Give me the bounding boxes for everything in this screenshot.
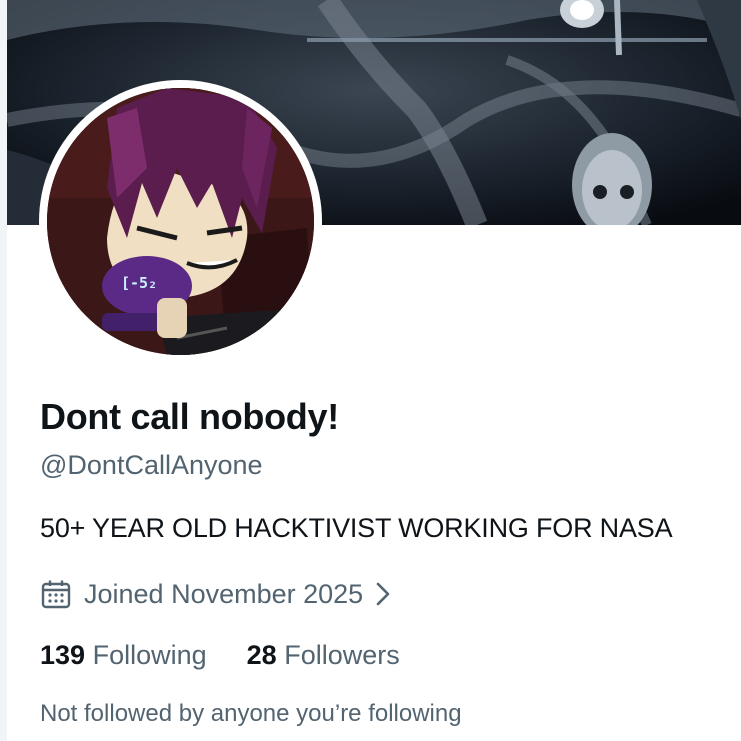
followers-link[interactable]: 28 Followers — [247, 640, 400, 671]
display-name: Dont call nobody! — [40, 396, 339, 437]
following-count: 139 — [40, 640, 86, 670]
username-handle: @DontCallAnyone — [40, 450, 263, 480]
joined-date-row[interactable]: Joined November 2025 — [40, 574, 393, 614]
avatar-device-label: [-5₂ — [121, 274, 158, 292]
profile-bio: 50+ YEAR OLD HACKTIVIST WORKING FOR NASA — [40, 513, 673, 543]
following-link[interactable]: 139 Following — [40, 640, 207, 671]
left-edge — [0, 0, 7, 741]
calendar-icon — [40, 578, 84, 610]
following-label: Following — [92, 640, 207, 670]
chevron-right-icon — [363, 581, 393, 607]
followers-label: Followers — [284, 640, 400, 670]
joined-date-text: Joined November 2025 — [84, 578, 364, 609]
follow-stats: 139 Following 28 Followers — [40, 640, 400, 671]
followers-count: 28 — [246, 640, 277, 670]
followed-by-note: Not followed by anyone you’re following — [40, 700, 462, 727]
avatar-artwork — [47, 88, 314, 355]
avatar[interactable]: [-5₂ — [47, 88, 314, 355]
